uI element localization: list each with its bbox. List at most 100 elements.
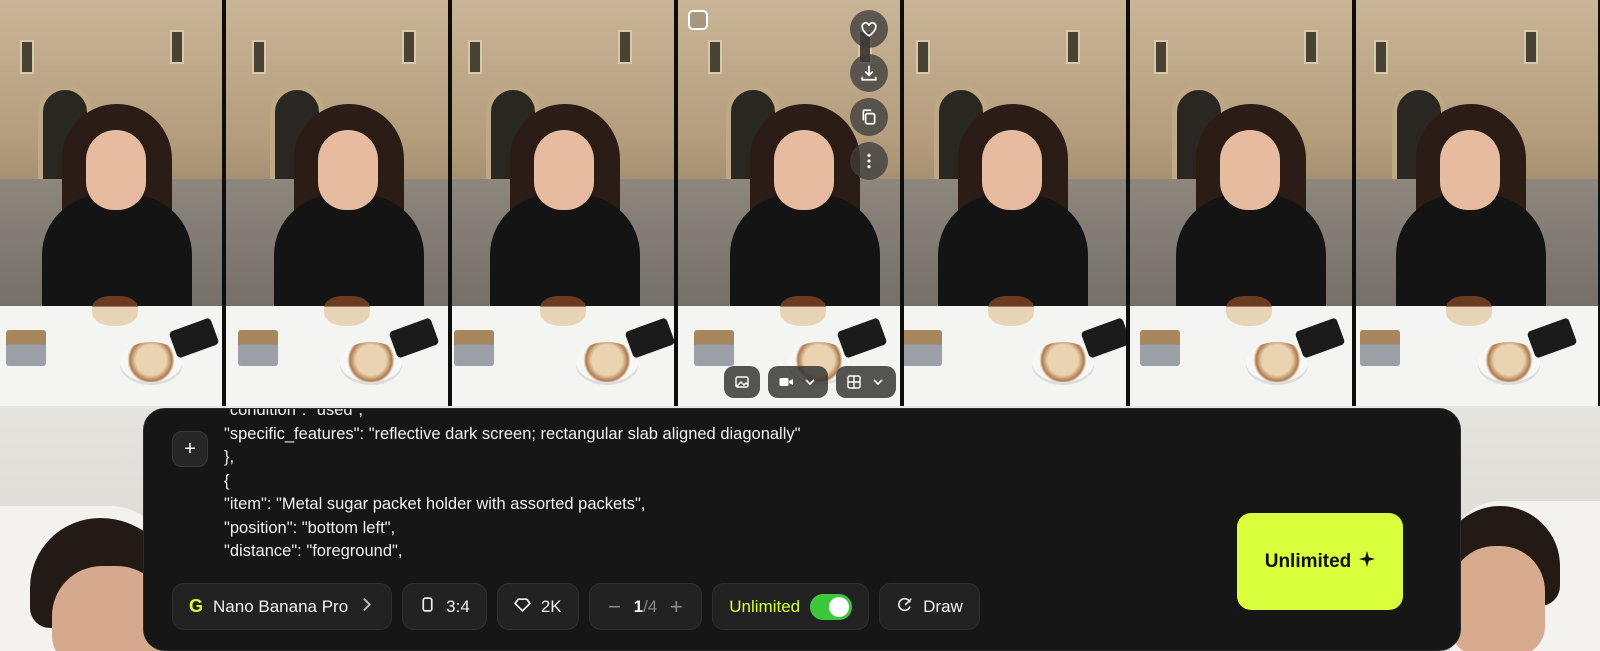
sugar-packet-holder (694, 330, 734, 366)
unlimited-toggle[interactable] (810, 593, 853, 620)
building-window (1374, 40, 1388, 74)
building-window (1154, 40, 1168, 74)
diamond-icon (514, 596, 531, 618)
tiramisu-cup (780, 296, 826, 326)
unlimited-toggle-control[interactable]: Unlimited (712, 583, 870, 630)
aspect-ratio-label: 3:4 (446, 596, 470, 616)
plus-icon: + (184, 437, 196, 460)
sugar-packet-holder (904, 330, 942, 366)
animate-video-button[interactable] (768, 366, 828, 398)
copy-icon (862, 109, 876, 125)
tiramisu-cup (1226, 296, 1272, 326)
draw-label: Draw (923, 596, 963, 616)
building-window (468, 40, 482, 74)
increment-button[interactable]: + (667, 594, 685, 620)
cappuccino-cup (1246, 342, 1308, 382)
tiramisu-cup (1446, 296, 1492, 326)
draw-icon (896, 596, 913, 618)
tiramisu-cup (324, 296, 370, 326)
image-gallery (0, 0, 1600, 406)
prompt-line: "condition": "used", (224, 409, 364, 419)
image-icon (735, 376, 749, 388)
generate-button[interactable]: Unlimited (1237, 513, 1403, 610)
favorite-button[interactable] (850, 10, 888, 48)
aspect-ratio-selector[interactable]: 3:4 (402, 583, 487, 630)
model-selector[interactable]: G Nano Banana Pro (172, 583, 393, 630)
model-label: Nano Banana Pro (213, 596, 349, 616)
tiramisu-cup (540, 296, 586, 326)
tiramisu-cup (988, 296, 1034, 326)
sugar-packet-holder (6, 330, 46, 366)
gallery-image-tile[interactable] (452, 0, 678, 406)
prompt-line: }, (224, 448, 235, 466)
building-window (1066, 30, 1080, 64)
chevron-right-icon (358, 596, 375, 618)
quality-label: 2K (540, 596, 562, 616)
cappuccino-cup (120, 342, 182, 382)
building-window (20, 40, 34, 74)
woman-face (534, 130, 594, 210)
building-window (1304, 30, 1318, 64)
building-window (708, 40, 722, 74)
prompt-line: "position": "bottom left", (224, 518, 396, 537)
download-icon (861, 65, 877, 81)
prompt-textarea[interactable]: "condition": "used", "specific_features"… (224, 409, 1144, 559)
image-count-stepper: − 1/4 + (588, 583, 703, 630)
gallery-image-tile[interactable] (226, 0, 452, 406)
chevron-down-icon (873, 379, 883, 386)
download-button[interactable] (850, 54, 888, 92)
model-logo-icon: G (189, 596, 204, 616)
cappuccino-cup (1478, 342, 1540, 382)
image-count-value: 1/4 (633, 596, 658, 616)
select-checkbox[interactable] (688, 10, 708, 30)
cappuccino-cup (576, 342, 638, 382)
building-window (170, 30, 184, 64)
use-as-image-button[interactable] (724, 366, 760, 398)
building-window (618, 30, 632, 64)
building-window (1524, 30, 1538, 64)
prompt-line: "item": "Metal sugar packet holder with … (224, 495, 646, 513)
woman-face (982, 130, 1042, 210)
sparkle-icon (1359, 550, 1376, 573)
prompt-line: "specific_features": "reflective dark sc… (224, 424, 801, 443)
layout-grid-button[interactable] (836, 366, 896, 398)
building-window (916, 40, 930, 74)
decrement-button[interactable]: − (606, 594, 624, 620)
cappuccino-cup (1032, 342, 1094, 382)
grid-icon (847, 375, 861, 389)
video-icon (779, 378, 793, 386)
add-attachment-button[interactable]: + (172, 431, 208, 467)
more-vertical-icon (867, 153, 871, 169)
generation-controls: G Nano Banana Pro 3:4 2K − 1/4 + Unlimit… (172, 583, 980, 630)
generate-label: Unlimited (1264, 550, 1352, 572)
quality-selector[interactable]: 2K (496, 583, 579, 630)
sugar-packet-holder (454, 330, 494, 366)
gallery-image-tile[interactable] (0, 0, 226, 406)
unlimited-label: Unlimited (729, 596, 801, 616)
woman-face (774, 130, 834, 210)
gallery-image-tile[interactable] (904, 0, 1130, 406)
copy-button[interactable] (850, 98, 888, 136)
gallery-image-tile[interactable] (1130, 0, 1356, 406)
building-window (402, 30, 416, 64)
prompt-panel: + "condition": "used", "specific_feature… (143, 408, 1461, 651)
sugar-packet-holder (1360, 330, 1400, 366)
woman-face (318, 130, 378, 210)
sugar-packet-holder (238, 330, 278, 366)
aspect-ratio-icon (419, 596, 436, 618)
woman-face (1440, 130, 1500, 210)
chevron-down-icon (805, 379, 815, 386)
heart-icon (861, 21, 877, 37)
tile-toolbar (724, 366, 896, 398)
more-options-button[interactable] (850, 142, 888, 180)
sugar-packet-holder (1140, 330, 1180, 366)
draw-button[interactable]: Draw (879, 583, 980, 630)
prompt-line: "distance": "foreground", (224, 542, 403, 559)
prompt-text: "condition": "used", "specific_features"… (224, 409, 1144, 559)
cappuccino-cup (340, 342, 402, 382)
building-window (252, 40, 266, 74)
prompt-line: { (224, 471, 230, 490)
gallery-image-tile[interactable] (1356, 0, 1598, 406)
gallery-image-tile[interactable] (678, 0, 904, 406)
woman-face (86, 130, 146, 210)
